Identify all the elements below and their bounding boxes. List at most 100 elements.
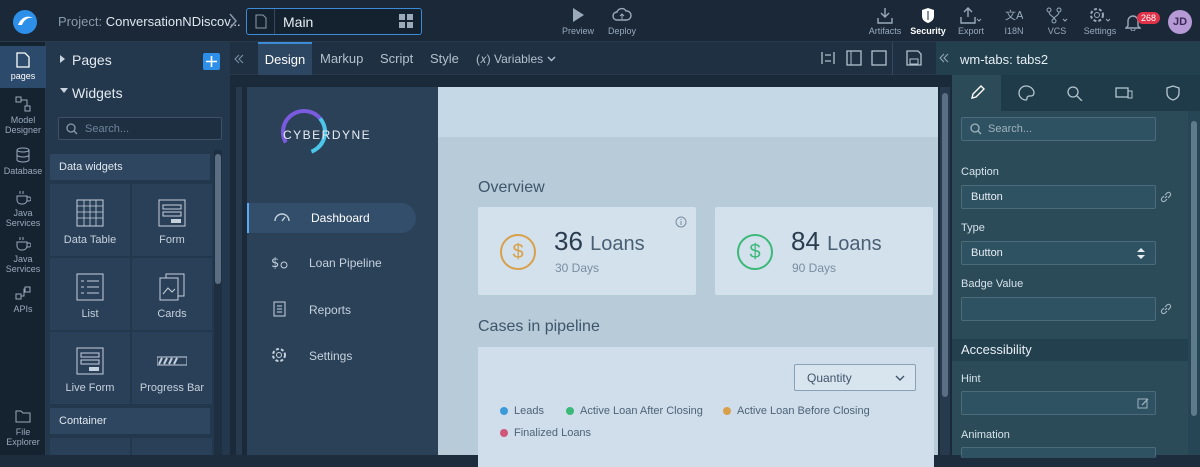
widget-data-table[interactable]: Data Table: [50, 184, 130, 256]
app-nav-settings[interactable]: Settings: [247, 341, 438, 371]
app-sidebar: CYBERDYNE Dashboard $ Loan Pipeline Repor…: [247, 87, 438, 455]
deploy-button[interactable]: Deploy: [594, 6, 650, 36]
pages-section-header[interactable]: Pages: [46, 44, 230, 76]
widget-live-form[interactable]: Live Form: [50, 332, 130, 404]
properties-scrollbar[interactable]: [1188, 111, 1200, 455]
widgets-section-header[interactable]: Widgets: [46, 77, 230, 109]
left-nav: pages Model Designer Database Java Servi…: [0, 42, 46, 455]
tab-properties[interactable]: [952, 75, 1001, 111]
page-selector[interactable]: Main: [246, 8, 422, 35]
loans-period-90: 90 Days: [792, 261, 837, 275]
nav-apis[interactable]: APIs: [0, 284, 46, 314]
nav-model-designer[interactable]: Model Designer: [0, 95, 46, 135]
grid-icon[interactable]: [399, 14, 413, 28]
canvas-scrollbar[interactable]: [940, 87, 950, 455]
tab-events[interactable]: [1050, 75, 1099, 111]
property-search-input[interactable]: Search...: [961, 117, 1156, 141]
widgets-scrollbar[interactable]: [214, 150, 222, 455]
deploy-label: Deploy: [607, 26, 636, 36]
tab-markup[interactable]: Markup: [320, 42, 363, 75]
brand-name: CYBERDYNE: [283, 128, 372, 142]
app-nav-loan-pipeline-label: Loan Pipeline: [309, 256, 382, 270]
type-label: Type: [961, 222, 985, 234]
frame-icon[interactable]: [871, 50, 887, 66]
nav-java-services-2-label: Java Services: [5, 254, 41, 274]
widget-container-2[interactable]: [132, 438, 212, 455]
scroll-thumb[interactable]: [942, 93, 948, 397]
caret-down-icon: [60, 88, 68, 94]
app-nav-dashboard[interactable]: Dashboard: [247, 203, 416, 233]
app-logo-icon[interactable]: [12, 9, 38, 35]
badge-value-label: Badge Value: [961, 278, 1024, 290]
scroll-thumb[interactable]: [1191, 121, 1197, 416]
accessibility-section-header[interactable]: Accessibility: [952, 339, 1188, 361]
avatar[interactable]: JD: [1168, 10, 1192, 34]
loans-card-30[interactable]: $ 36 Loans 30 Days: [478, 207, 696, 295]
nav-file-explorer-label: File Explorer: [6, 427, 40, 447]
widget-cards[interactable]: Cards: [132, 258, 212, 330]
form-icon: [132, 196, 212, 230]
nav-pages[interactable]: pages: [0, 46, 46, 88]
nav-database[interactable]: Database: [0, 146, 46, 176]
settings-button[interactable]: Settings: [1072, 6, 1128, 36]
app-main: Overview $ 36 Loans 30 Days $ 84 Loans 9…: [438, 87, 938, 467]
collapse-left-icon[interactable]: [230, 42, 248, 75]
type-select-value: Button: [971, 247, 1003, 259]
link-icon[interactable]: [1160, 303, 1172, 315]
legend-leads[interactable]: Leads: [500, 405, 544, 417]
devices-icon: [1114, 87, 1132, 99]
legend-before-closing-label: Active Loan Before Closing: [737, 405, 870, 417]
nav-java-services-2[interactable]: Java Services: [0, 234, 46, 274]
nav-java-services-label: Java Services: [5, 208, 41, 228]
tab-variables-label: (𝑥) Variables: [476, 52, 544, 66]
loans-count-30: 36 Loans: [554, 226, 645, 257]
app-nav-reports[interactable]: Reports: [247, 295, 438, 325]
link-icon[interactable]: [1160, 191, 1172, 203]
save-icon[interactable]: [906, 50, 922, 66]
legend-finalized[interactable]: Finalized Loans: [500, 427, 591, 439]
animation-select[interactable]: [961, 447, 1156, 458]
legend-after-closing[interactable]: Active Loan After Closing: [566, 405, 703, 417]
diagram-icon: [0, 95, 46, 113]
widget-container-1[interactable]: [50, 438, 130, 455]
edit-icon[interactable]: [1137, 397, 1149, 409]
quantity-select[interactable]: Quantity: [794, 364, 916, 391]
tab-variables[interactable]: (𝑥) Variables: [476, 42, 556, 75]
info-icon[interactable]: [675, 216, 687, 228]
scroll-thumb[interactable]: [215, 154, 221, 284]
align-icon[interactable]: [820, 50, 836, 66]
widget-form[interactable]: Form: [132, 184, 212, 256]
gear-icon: [271, 347, 289, 363]
category-data-widgets[interactable]: Data widgets: [50, 154, 210, 180]
widget-progress-bar[interactable]: Progress Bar: [132, 332, 212, 404]
pipeline-card: Quantity Leads Active Loan After Closing…: [478, 347, 934, 467]
tab-script[interactable]: Script: [380, 42, 413, 75]
badge-value-input[interactable]: [961, 297, 1156, 321]
category-container[interactable]: Container: [50, 408, 210, 434]
tab-styles[interactable]: [1001, 75, 1050, 111]
tab-security[interactable]: [1148, 75, 1197, 111]
loans-card-90[interactable]: $ 84 Loans 90 Days: [715, 207, 933, 295]
hint-input[interactable]: [961, 391, 1156, 415]
cases-title: Cases in pipeline: [478, 318, 600, 335]
canvas-ruler: [236, 87, 242, 455]
tab-design[interactable]: Design: [258, 42, 312, 75]
coffee-icon: [0, 188, 46, 206]
widget-list[interactable]: List: [50, 258, 130, 330]
hint-label: Hint: [961, 373, 981, 385]
collapse-right-icon[interactable]: [936, 42, 952, 75]
notification-badge: 268: [1137, 12, 1161, 24]
nav-file-explorer[interactable]: File Explorer: [0, 407, 46, 447]
legend-before-closing[interactable]: Active Loan Before Closing: [723, 405, 870, 417]
caption-input[interactable]: Button: [961, 185, 1156, 209]
widget-search-input[interactable]: Search...: [58, 117, 222, 140]
nav-java-services[interactable]: Java Services: [0, 188, 46, 228]
project-name[interactable]: Project: ConversationNDiscov...: [58, 14, 241, 29]
add-page-button[interactable]: [203, 53, 220, 70]
app-nav-loan-pipeline[interactable]: $ Loan Pipeline: [247, 248, 438, 278]
type-select[interactable]: Button: [961, 241, 1156, 265]
legend-dot: [500, 429, 508, 437]
tab-style[interactable]: Style: [430, 42, 459, 75]
tab-devices[interactable]: [1099, 75, 1148, 111]
layout-icon[interactable]: [846, 50, 862, 66]
